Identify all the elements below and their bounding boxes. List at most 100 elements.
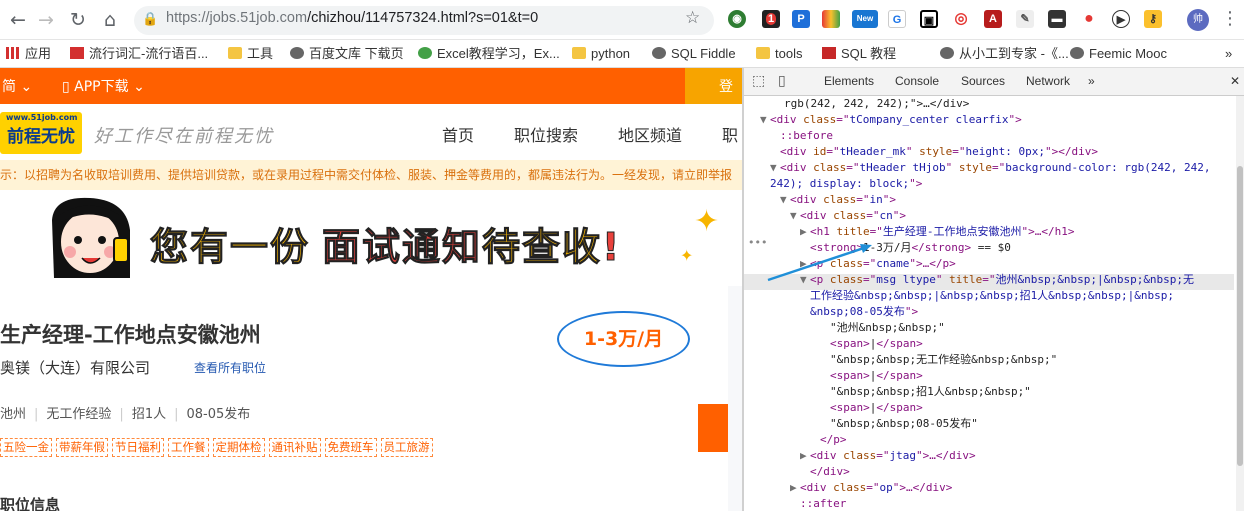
dom-node-line[interactable]: 242); display: block;"> bbox=[760, 176, 922, 192]
extension-mask-icon[interactable]: ▬ bbox=[1048, 10, 1066, 28]
extension-globe-icon[interactable]: ◉ bbox=[728, 10, 746, 28]
dom-node-line[interactable]: <span>|</span> bbox=[820, 400, 923, 416]
dom-node-line[interactable]: ▼ <div class="cn"> bbox=[790, 208, 906, 224]
dom-node-line[interactable]: </p> bbox=[810, 432, 847, 448]
dom-node-line[interactable]: "池州&nbsp;&nbsp;" bbox=[820, 320, 945, 336]
nav-more[interactable]: 职 bbox=[722, 122, 738, 146]
extension-color-icon[interactable] bbox=[822, 10, 840, 28]
extension-badge-icon[interactable]: 1 bbox=[762, 10, 780, 28]
dom-node-line[interactable]: </div> bbox=[800, 464, 850, 480]
tab-console[interactable]: Console bbox=[895, 74, 939, 88]
translate-icon[interactable]: G bbox=[888, 10, 906, 28]
bookmark-item[interactable]: tools bbox=[756, 44, 802, 64]
bookmark-item[interactable]: Feemic Mooc bbox=[1070, 44, 1167, 64]
pdf-icon[interactable]: A bbox=[984, 10, 1002, 28]
home-icon[interactable]: ⌂ bbox=[98, 8, 122, 32]
dom-node-line[interactable]: "&nbsp;&nbsp;招1人&nbsp;&nbsp;" bbox=[820, 384, 1031, 400]
bookmark-item[interactable]: Excel教程学习，Ex... bbox=[418, 44, 560, 64]
globe-icon bbox=[652, 47, 666, 59]
fraud-notice: 示：以招聘为名收取培训费用、提供培训贷款，或在录用过程中需交付体检、服装、押金等… bbox=[0, 160, 742, 190]
dom-node-line[interactable]: ::after bbox=[790, 496, 846, 511]
benefit-tag: 通讯补贴 bbox=[268, 438, 321, 457]
forward-icon[interactable]: → bbox=[34, 8, 58, 32]
dom-node-line[interactable]: ::before bbox=[770, 128, 833, 144]
all-jobs-link[interactable]: 查看所有职位 bbox=[194, 359, 266, 376]
dom-node-line[interactable]: <div id="tHeader_mk" style="height: 0px;… bbox=[770, 144, 1098, 160]
inspect-element-icon[interactable]: ⬚ bbox=[752, 73, 765, 89]
benefit-tags: 五险一金 带薪年假 节日福利 工作餐 定期体检 通讯补贴 免费班车 员工旅游 bbox=[0, 436, 437, 457]
globe-icon bbox=[290, 47, 304, 59]
folder-icon bbox=[228, 47, 242, 59]
app-download-link[interactable]: ▯ APP下载 ⌄ bbox=[62, 76, 145, 96]
site-slogan: 好工作尽在前程无忧 bbox=[94, 126, 274, 147]
dom-node-line[interactable]: <span>|</span> bbox=[820, 336, 923, 352]
benefit-tag: 免费班车 bbox=[324, 438, 377, 457]
dom-node-line[interactable]: ▶ <div class="jtag">…</div> bbox=[800, 448, 976, 464]
dom-node-line[interactable]: &nbsp;08-05发布"> bbox=[800, 304, 918, 320]
excel-icon bbox=[418, 47, 432, 59]
webpage-viewport: 简 ⌄ ▯ APP下载 ⌄ 登 www.51job.com 前程无忧 好工作尽在前… bbox=[0, 68, 742, 511]
dom-node-line[interactable]: ▼ <div class="tHeader tHjob" style="backg… bbox=[770, 160, 1211, 176]
job-detail-area: 生产经理-工作地点安徽池州 1-3万/月 奥镁（大连）有限公司 查看所有职位 池… bbox=[0, 286, 742, 511]
extension-glasses-icon[interactable]: ◎ bbox=[952, 10, 970, 28]
dom-node-line[interactable]: 工作经验&nbsp;&nbsp;|&nbsp;&nbsp;招1人&nbsp;&n… bbox=[800, 288, 1174, 304]
extension-square-icon[interactable]: ▣ bbox=[920, 10, 938, 28]
topbar-lang[interactable]: 简 ⌄ bbox=[2, 76, 32, 96]
bookmark-item[interactable]: 流行词汇-流行语百... bbox=[70, 44, 208, 64]
dom-node-line[interactable]: "&nbsp;&nbsp;08-05发布" bbox=[820, 416, 978, 432]
nav-region[interactable]: 地区频道 bbox=[618, 122, 682, 146]
benefit-tag: 员工旅游 bbox=[380, 438, 433, 457]
extension-script-icon[interactable]: ✎ bbox=[1016, 10, 1034, 28]
extension-new-icon[interactable]: New bbox=[852, 10, 878, 28]
devtools-scrollbar[interactable] bbox=[1236, 96, 1244, 511]
address-bar[interactable]: 🔒 https://jobs.51job.com/chizhou/1147573… bbox=[134, 6, 714, 35]
login-button[interactable]: 登 bbox=[685, 68, 742, 104]
profile-avatar[interactable]: 帅 bbox=[1187, 9, 1209, 31]
liu-icon bbox=[70, 47, 84, 59]
nav-job-search[interactable]: 职位搜索 bbox=[514, 122, 578, 146]
node-ellipsis-icon[interactable]: ••• bbox=[748, 236, 767, 249]
bookmark-item[interactable]: 应用 bbox=[6, 44, 51, 64]
site-logo[interactable]: www.51job.com 前程无忧 bbox=[0, 112, 82, 154]
bookmark-item[interactable]: SQL Fiddle bbox=[652, 44, 736, 64]
nav-home[interactable]: 首页 bbox=[442, 122, 474, 146]
bookmarks-bar: 应用 流行词汇-流行语百... 工具 百度文库 下载页 Excel教程学习，Ex... p… bbox=[0, 40, 1244, 68]
browser-menu-icon[interactable]: ⋮ bbox=[1221, 8, 1239, 29]
bookmark-item[interactable]: 百度文库 下载页 bbox=[290, 44, 404, 64]
devtools-panel: ⬚ ▯ Elements Console Sources Network » ✕… bbox=[744, 68, 1244, 511]
location-pin-icon[interactable]: ● bbox=[1080, 10, 1098, 28]
apps-icon bbox=[6, 47, 20, 59]
apply-button[interactable] bbox=[698, 404, 728, 452]
bookmark-item[interactable]: 从小工到专家 -《... bbox=[940, 44, 1069, 64]
dom-node-line[interactable]: ▼ <div class="in"> bbox=[780, 192, 896, 208]
interview-banner[interactable]: 您有一份 面试通知待查收! ✦ ✦ bbox=[0, 190, 742, 286]
reload-icon[interactable]: ↻ bbox=[66, 8, 90, 32]
more-tabs-icon[interactable]: » bbox=[1088, 74, 1095, 88]
bookmark-star-icon[interactable]: ☆ bbox=[685, 8, 700, 28]
tab-elements[interactable]: Elements bbox=[824, 74, 874, 88]
bookmark-item[interactable]: python bbox=[572, 44, 630, 64]
tab-sources[interactable]: Sources bbox=[961, 74, 1005, 88]
dom-node-line[interactable]: ▼ <div class="tCompany_center clearfix"> bbox=[760, 112, 1022, 128]
bookmark-item[interactable]: 工具 bbox=[228, 44, 273, 64]
section-job-info: 职位信息 bbox=[0, 496, 61, 511]
benefit-tag: 节日福利 bbox=[112, 438, 164, 457]
dom-node-line[interactable]: "&nbsp;&nbsp;无工作经验&nbsp;&nbsp;" bbox=[820, 352, 1057, 368]
play-icon[interactable]: ▶ bbox=[1112, 10, 1130, 28]
dom-node-line[interactable]: <span>|</span> bbox=[820, 368, 923, 384]
dom-node-line[interactable]: rgb(242, 242, 242);">…</div> bbox=[774, 96, 969, 112]
dom-node-line[interactable]: ▶ <div class="op">…</div> bbox=[790, 480, 952, 496]
devtools-close-icon[interactable]: ✕ bbox=[1230, 74, 1240, 88]
job-title: 生产经理-工作地点安徽池州 bbox=[0, 323, 261, 347]
device-toolbar-icon[interactable]: ▯ bbox=[778, 73, 786, 89]
extension-key-icon[interactable]: ⚷ bbox=[1144, 10, 1162, 28]
salary-highlighted: 1-3万/月 bbox=[557, 311, 690, 367]
back-icon[interactable]: ← bbox=[6, 8, 30, 32]
dom-tree: rgb(242, 242, 242);">…</div> ▼ <div class=… bbox=[744, 96, 1244, 511]
company-name[interactable]: 奥镁（大连）有限公司 bbox=[0, 357, 150, 378]
bookmark-item[interactable]: SQL 教程 bbox=[822, 44, 896, 64]
bookmarks-overflow-icon[interactable]: » bbox=[1225, 44, 1232, 64]
extension-p-icon[interactable]: P bbox=[792, 10, 810, 28]
sparkle-icon: ✦ bbox=[694, 204, 720, 239]
tab-network[interactable]: Network bbox=[1026, 74, 1070, 88]
